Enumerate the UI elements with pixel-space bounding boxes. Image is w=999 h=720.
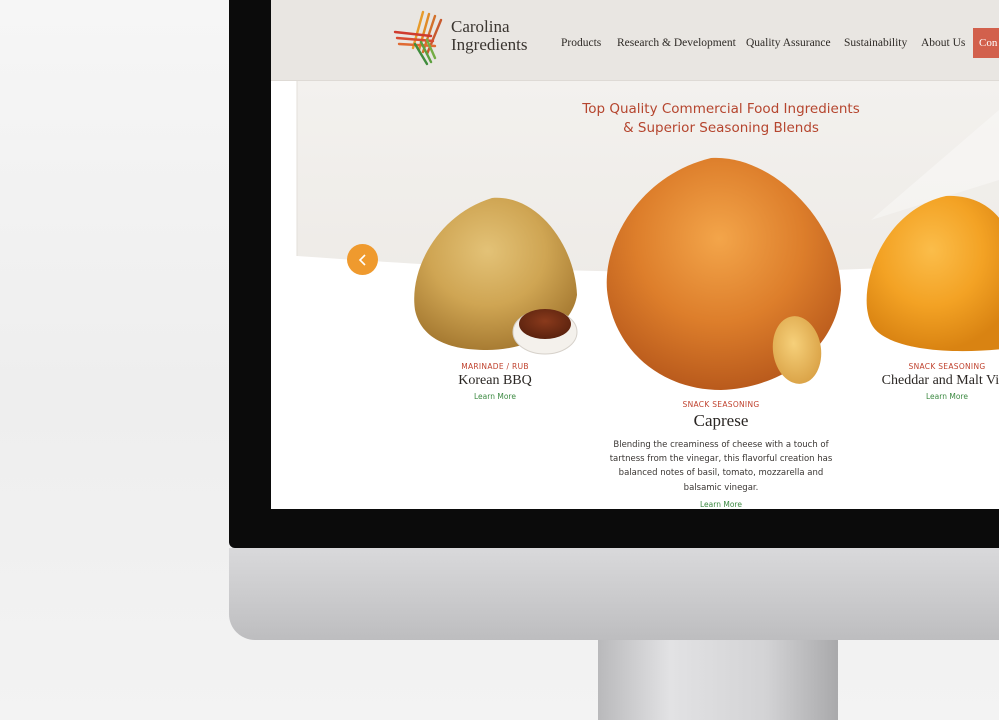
product-card-cheddar-malt[interactable]: SNACK SEASONING Cheddar and Malt Vine Le…: [871, 362, 999, 401]
logo-text[interactable]: Carolina Ingredients: [451, 18, 527, 54]
monitor-stand: [598, 640, 838, 720]
learn-more-link[interactable]: Learn More: [871, 392, 999, 401]
product-description: Blending the creaminess of cheese with a…: [605, 438, 837, 495]
description-line: balsamic vinegar.: [683, 482, 759, 493]
caprese-seasoning-image: [606, 157, 841, 390]
nav-quality-assurance[interactable]: Quality Assurance: [746, 37, 831, 49]
hero-title: Top Quality Commercial Food Ingredients …: [571, 100, 871, 138]
contact-button[interactable]: Con: [973, 28, 999, 58]
site-header: Carolina Ingredients Products Research &…: [271, 0, 999, 81]
product-card-korean-bbq[interactable]: MARINADE / RUB Korean BBQ Learn More: [425, 362, 565, 401]
nav-about-us[interactable]: About Us: [921, 37, 965, 49]
learn-more-link[interactable]: Learn More: [425, 392, 565, 401]
logo-line-1: Carolina: [451, 17, 510, 36]
korean-bbq-seasoning-image: [414, 197, 578, 355]
hero-title-line-2: & Superior Seasoning Blends: [623, 120, 819, 136]
product-category: SNACK SEASONING: [908, 362, 986, 371]
product-name: Korean BBQ: [458, 373, 532, 388]
description-line: Blending the creaminess of cheese with a…: [613, 440, 829, 450]
product-name: Cheddar and Malt Vine: [881, 373, 999, 388]
monitor-chin: [229, 548, 999, 640]
nav-products[interactable]: Products: [561, 37, 601, 49]
website-screen: Carolina Ingredients Products Research &…: [271, 0, 999, 509]
product-category: MARINADE / RUB: [461, 362, 529, 371]
description-line: balanced notes of basil, tomato, mozzare…: [618, 468, 824, 479]
learn-more-link[interactable]: Learn More: [605, 500, 837, 509]
carousel-prev-button[interactable]: [347, 244, 378, 275]
hero-title-line-1: Top Quality Commercial Food Ingredients: [582, 101, 860, 117]
product-category: SNACK SEASONING: [682, 400, 760, 409]
chevron-left-icon: [358, 253, 366, 266]
product-card-caprese[interactable]: SNACK SEASONING Caprese Blending the cre…: [605, 400, 837, 509]
cheddar-malt-seasoning-image: [866, 195, 999, 352]
logo-line-2: Ingredients: [451, 35, 528, 54]
description-line: tartness from the vinegar, this flavorfu…: [609, 454, 833, 465]
carolina-ingredients-logo[interactable]: [393, 8, 449, 66]
product-name: Caprese: [693, 411, 749, 430]
nav-research-development[interactable]: Research & Development: [617, 37, 736, 49]
nav-sustainability[interactable]: Sustainability: [844, 37, 907, 49]
